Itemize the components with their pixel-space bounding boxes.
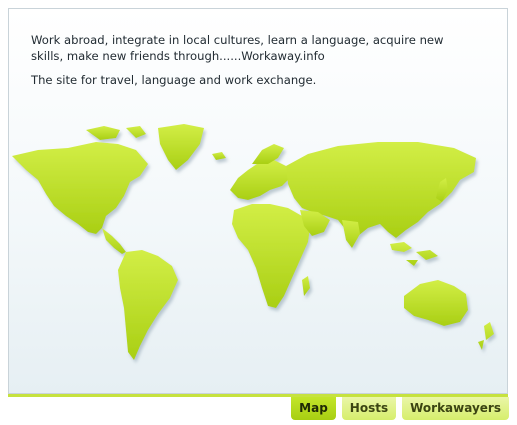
iceland[interactable] (212, 152, 226, 160)
central-america[interactable] (102, 228, 126, 254)
view-tabs: Map Hosts Workawayers (291, 397, 509, 420)
intro-text: Work abroad, integrate in local cultures… (31, 33, 444, 63)
tab-map[interactable]: Map (291, 397, 336, 420)
north-america[interactable] (12, 142, 148, 234)
new-zealand[interactable] (478, 322, 494, 350)
tab-hosts[interactable]: Hosts (341, 397, 397, 420)
africa[interactable] (232, 204, 310, 308)
india[interactable] (342, 220, 360, 248)
australia[interactable] (404, 280, 468, 326)
europe[interactable] (230, 160, 290, 200)
canadian-arctic-islands[interactable] (86, 126, 146, 140)
tagline-text: The site for travel, language and work e… (31, 73, 317, 87)
greenland[interactable] (158, 124, 204, 170)
southeast-asia-islands[interactable] (390, 242, 438, 266)
scandinavia[interactable] (252, 144, 284, 164)
world-map[interactable] (8, 120, 508, 390)
south-america[interactable] (118, 250, 178, 360)
tab-workawayers[interactable]: Workawayers (402, 397, 509, 420)
madagascar[interactable] (302, 276, 310, 296)
